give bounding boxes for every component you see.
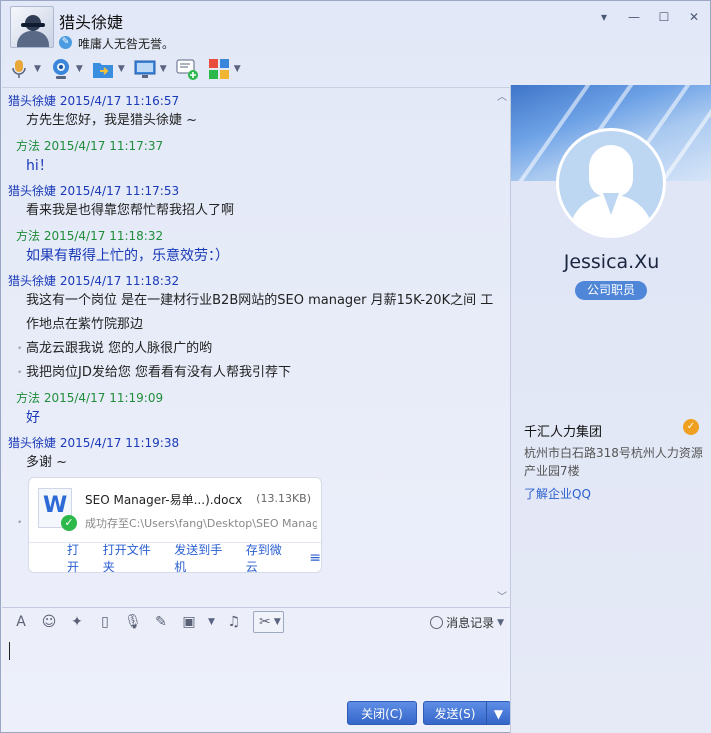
text-cursor [9, 642, 10, 660]
skin-icon[interactable]: ▾ [596, 9, 612, 25]
company-name: 千汇人力集团 [524, 425, 603, 440]
save-to-weiyun-link[interactable]: 存到微云 [246, 541, 294, 575]
chevron-down-icon[interactable]: ▼ [486, 702, 510, 724]
message-header: 猎头徐婕 2015/4/17 11:17:53 [8, 184, 180, 198]
message-header: 方法 2015/4/17 11:17:37 [16, 139, 164, 153]
message-text: 我这有一个岗位 是在一建材行业B2B网站的SEO manager 月薪15K-2… [26, 293, 494, 332]
contact-title[interactable]: 猎头徐婕 [59, 9, 123, 33]
chat-add-icon [176, 59, 198, 80]
message-text: 高龙云跟我说 您的人脉很广的哟 [2, 337, 510, 361]
chevron-down-icon: ▼ [34, 64, 41, 74]
send-button[interactable]: 发送(S) ▼ [423, 701, 511, 725]
chevron-down-icon: ▼ [75, 64, 83, 74]
message-text: 好 [26, 410, 40, 426]
message-header: 猎头徐婕 2015/4/17 11:16:57 [8, 94, 180, 108]
message-header: 猎头徐婕 2015/4/17 11:18:32 [8, 274, 180, 288]
scroll-down-icon[interactable]: ﹀ [497, 588, 507, 603]
contact-signature: 唯庸人无咎无誉。 [78, 37, 175, 51]
video-call-button[interactable]: ▼ [49, 57, 83, 81]
image-icon[interactable]: ▣ [180, 613, 198, 631]
message-header: 猎头徐婕 2015/4/17 11:19:38 [8, 436, 180, 450]
chat-history[interactable]: ︿ 猎头徐婕 2015/4/17 11:16:57 方先生您好，我是猎头徐婕 ~… [2, 87, 510, 605]
emoji-icon[interactable]: ☺ [40, 613, 58, 631]
monitor-icon [134, 60, 156, 78]
chevron-down-icon: ▼ [233, 64, 241, 74]
message-header: 方法 2015/4/17 11:18:32 [16, 229, 164, 243]
message: 猎头徐婕 2015/4/17 11:17:53 看来我是也得靠您帮忙帮我招人了啊 [2, 182, 510, 223]
message-text: 看来我是也得靠您帮忙帮我招人了啊 [26, 203, 235, 218]
close-button[interactable]: 关闭(C) [347, 701, 417, 725]
app-grid-icon [208, 59, 229, 79]
chat-window: 猎头徐婕 ✎ 唯庸人无咎无誉。 ▾ — ☐ ✕ ▼ ▼ ▼ ▼ ▼ ︿ 猎头徐婕… [0, 0, 711, 733]
chevron-down-icon: ▼ [497, 617, 504, 628]
send-file-button[interactable]: ▼ [91, 57, 125, 81]
edit-icon[interactable]: ✎ [152, 613, 170, 631]
profile-panel: Jessica.Xu 公司职员 千汇人力集团 ✓ 杭州市白石路318号杭州人力资… [510, 85, 711, 733]
word-document-icon[interactable]: W ✓ [38, 488, 77, 531]
top-toolbar: ▼ ▼ ▼ ▼ ▼ [7, 55, 241, 83]
message: 猎头徐婕 2015/4/17 11:18:32 我这有一个岗位 是在一建材行业B… [2, 272, 510, 385]
open-file-link[interactable]: 打开 [67, 541, 91, 575]
avatar[interactable] [10, 6, 54, 48]
create-discussion-button[interactable] [175, 57, 199, 81]
signature-icon: ✎ [59, 36, 72, 49]
profile-name: Jessica.Xu [563, 251, 660, 273]
send-to-phone-link[interactable]: 发送到手机 [174, 541, 233, 575]
file-size: (13.13KB) [256, 492, 311, 505]
voice-message-icon[interactable]: 🎙 [124, 613, 142, 631]
close-window-button[interactable]: ✕ [686, 9, 702, 25]
message-input[interactable] [2, 635, 510, 697]
message: 猎头徐婕 2015/4/17 11:19:38 多谢 ~ • W ✓ SEO M… [2, 434, 510, 575]
enterprise-qq-link[interactable]: 了解企业QQ [524, 485, 591, 502]
folder-transfer-icon [92, 63, 113, 78]
font-icon[interactable]: A [12, 613, 30, 631]
file-actions: 打开 打开文件夹 发送到手机 存到微云 ≡ [29, 541, 321, 575]
clock-icon [430, 616, 444, 629]
message: 方法 2015/4/17 11:18:32 如果有帮得上忙的，乐意效劳：） [2, 227, 510, 268]
company-address: 杭州市白石路318号杭州人力资源产业园7楼 [524, 446, 703, 478]
role-badge: 公司职员 [575, 281, 647, 300]
message-text: hi！ [26, 158, 53, 174]
chevron-down-icon[interactable]: ▼ [208, 617, 215, 627]
message-header: 方法 2015/4/17 11:19:09 [16, 391, 164, 405]
shake-icon[interactable]: ▯ [96, 613, 114, 631]
message-history-button[interactable]: 消息记录 ▼ [430, 614, 504, 631]
chevron-down-icon: ▼ [159, 64, 167, 74]
verified-badge-icon: ✓ [683, 419, 699, 435]
app-grid-button[interactable]: ▼ [207, 57, 241, 81]
window-controls: ▾ — ☐ ✕ [596, 9, 702, 25]
profile-avatar[interactable] [556, 128, 666, 238]
music-icon[interactable]: ♫ [225, 613, 243, 631]
voice-call-button[interactable]: ▼ [7, 57, 41, 81]
message-text: 我把岗位JD发给您 您看看有没有人帮我引荐下 [2, 361, 510, 385]
maximize-button[interactable]: ☐ [656, 9, 672, 25]
chevron-down-icon: ▼ [273, 616, 281, 627]
message: 方法 2015/4/17 11:19:09 好 [2, 389, 510, 430]
message: 方法 2015/4/17 11:17:37 hi！ [2, 137, 510, 178]
remote-desktop-button[interactable]: ▼ [133, 57, 167, 81]
message-text: 方先生您好，我是猎头徐婕 ~ [26, 113, 198, 128]
chevron-down-icon: ▼ [117, 64, 125, 74]
webcam-icon [52, 59, 69, 79]
menu-icon[interactable]: ≡ [309, 550, 321, 566]
file-name[interactable]: SEO Manager-易单...).docx [85, 491, 242, 508]
minimize-button[interactable]: — [626, 9, 642, 25]
title-bar: 猎头徐婕 ✎ 唯庸人无咎无誉。 ▾ — ☐ ✕ [1, 1, 710, 53]
microphone-icon [12, 60, 26, 78]
file-save-status: 成功存至C:\Users\fang\Desktop\SEO Manag... [85, 517, 317, 530]
magic-wand-icon[interactable]: ✦ [68, 613, 86, 631]
message: 猎头徐婕 2015/4/17 11:16:57 方先生您好，我是猎头徐婕 ~ [2, 92, 510, 133]
input-toolbar: A ☺ ✦ ▯ 🎙 ✎ ▣ ▼ ♫ ✂ ▼ 消息记录 ▼ [2, 607, 510, 635]
send-label: 发送(S) [434, 707, 476, 721]
screenshot-button[interactable]: ✂ ▼ [252, 610, 284, 633]
scroll-up-icon[interactable]: ︿ [497, 88, 507, 103]
check-icon: ✓ [61, 515, 77, 531]
file-card: • W ✓ SEO Manager-易单...).docx (13.13KB) … [17, 477, 322, 575]
action-buttons: 关闭(C) 发送(S) ▼ [347, 701, 511, 725]
open-folder-link[interactable]: 打开文件夹 [103, 541, 162, 575]
message-text: 多谢 ~ [26, 455, 68, 470]
message-text: 如果有帮得上忙的，乐意效劳：） [26, 248, 229, 264]
scissors-icon: ✂ [259, 613, 271, 630]
